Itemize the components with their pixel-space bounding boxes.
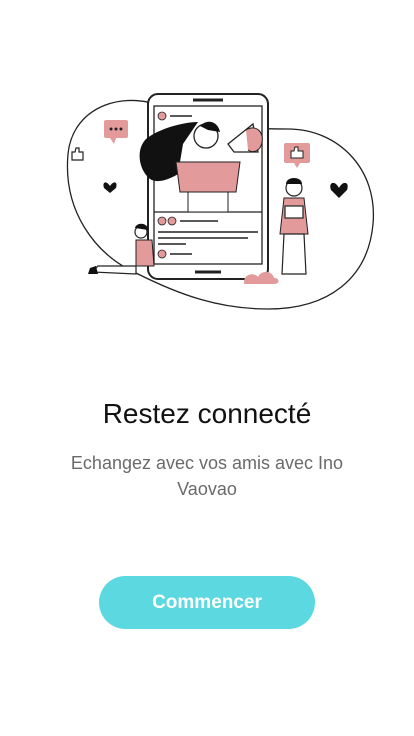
social-network-illustration-icon bbox=[66, 93, 375, 310]
onboarding-illustration bbox=[58, 84, 378, 314]
sitting-person-icon bbox=[88, 223, 155, 275]
person-with-laptop-icon bbox=[279, 178, 309, 275]
start-button[interactable]: Commencer bbox=[99, 576, 315, 629]
heart-icon-right bbox=[330, 182, 348, 198]
chat-bubble-icon bbox=[104, 120, 128, 144]
onboarding-subtitle: Echangez avec vos amis avec Ino Vaovao bbox=[70, 453, 344, 499]
like-bubble-icon bbox=[284, 143, 310, 168]
onboarding-title: Restez connecté bbox=[102, 398, 312, 429]
like-icon bbox=[71, 147, 84, 161]
heart-icon bbox=[103, 182, 117, 193]
